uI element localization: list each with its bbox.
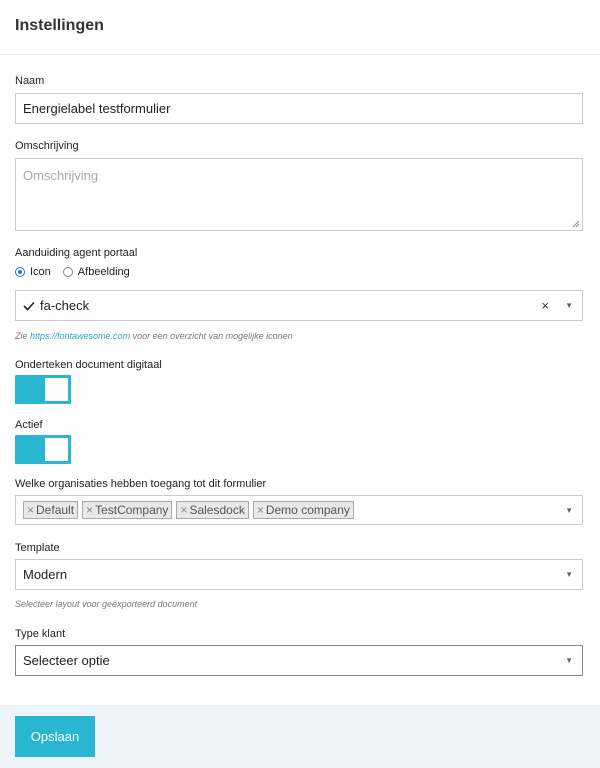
- customer-type-select-value: Selecteer optie: [23, 653, 110, 668]
- organisations-label: Welke organisaties hebben toegang tot di…: [15, 478, 267, 490]
- org-tag-label: TestCompany: [95, 503, 169, 517]
- icon-select-value: fa-check: [40, 298, 90, 313]
- org-tag[interactable]: × TestCompany: [82, 501, 173, 519]
- chevron-down-icon[interactable]: ▼: [565, 570, 573, 579]
- check-icon: [23, 301, 35, 311]
- radio-image-label: Afbeelding: [77, 266, 130, 278]
- template-help-text: Selecteer layout voor geëxporteerd docum…: [15, 599, 198, 609]
- name-input[interactable]: Energielabel testformulier: [15, 93, 583, 124]
- radio-icon[interactable]: [15, 267, 25, 277]
- name-input-value: Energielabel testformulier: [23, 101, 171, 116]
- chevron-down-icon[interactable]: ▼: [565, 656, 573, 665]
- agent-portal-radio-group: Icon Afbeelding: [15, 266, 142, 278]
- template-select[interactable]: Modern ▼: [15, 559, 583, 590]
- chevron-down-icon[interactable]: ▼: [565, 506, 573, 515]
- icon-help-text: Zie https://fontawesome.com voor een ove…: [15, 331, 293, 341]
- org-tag-label: Demo company: [265, 503, 350, 517]
- org-tag[interactable]: × Demo company: [252, 501, 354, 519]
- chevron-down-icon[interactable]: ▼: [565, 301, 573, 310]
- agent-portal-label: Aanduiding agent portaal: [15, 247, 138, 259]
- customer-type-select[interactable]: Selecteer optie ▼: [15, 645, 583, 676]
- customer-type-label: Type klant: [15, 628, 66, 640]
- tag-remove-icon[interactable]: ×: [257, 503, 264, 517]
- template-label: Template: [15, 542, 60, 554]
- settings-header: Instellingen: [0, 0, 600, 55]
- tag-remove-icon[interactable]: ×: [86, 503, 93, 517]
- radio-image[interactable]: [62, 267, 73, 277]
- tag-remove-icon[interactable]: ×: [180, 503, 187, 517]
- active-toggle[interactable]: [15, 435, 71, 464]
- icon-help-suffix: voor een overzicht van mogelijke iconen: [130, 331, 293, 341]
- org-tag[interactable]: × Default: [23, 501, 79, 519]
- toggle-knob: [45, 438, 68, 461]
- form-footer: Opslaan: [0, 705, 600, 768]
- description-label: Omschrijving: [15, 140, 79, 152]
- page-title: Instellingen: [15, 17, 104, 34]
- org-tag-label: Salesdock: [189, 503, 245, 517]
- radio-icon-label: Icon: [30, 266, 51, 278]
- fontawesome-link[interactable]: https://fontawesome.com: [30, 331, 130, 341]
- sign-digital-toggle[interactable]: [15, 375, 71, 404]
- name-label: Naam: [15, 75, 45, 87]
- active-label: Actief: [15, 419, 43, 431]
- icon-select[interactable]: fa-check × ▼: [15, 290, 583, 321]
- toggle-knob: [45, 378, 68, 401]
- description-placeholder: Omschrijving: [23, 168, 99, 183]
- template-select-value: Modern: [23, 567, 68, 582]
- org-tag-label: Default: [36, 503, 75, 517]
- org-tag[interactable]: × Salesdock: [176, 501, 249, 519]
- sign-digital-label: Onderteken document digitaal: [15, 359, 162, 371]
- icon-help-prefix: Zie: [15, 331, 31, 341]
- tag-remove-icon[interactable]: ×: [27, 503, 34, 517]
- organisations-multiselect[interactable]: × Default × TestCompany × Salesdock × Demo c…: [15, 495, 583, 525]
- description-textarea[interactable]: Omschrijving: [15, 158, 583, 231]
- resize-grip-icon[interactable]: [572, 220, 580, 228]
- save-button[interactable]: Opslaan: [15, 716, 95, 757]
- clear-icon[interactable]: ×: [541, 298, 549, 313]
